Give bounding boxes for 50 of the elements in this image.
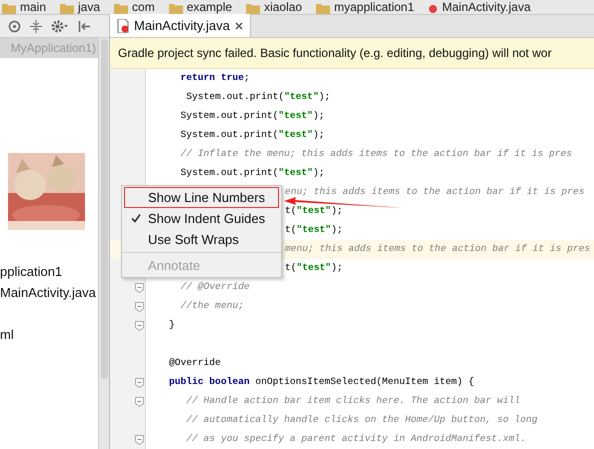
collapse-icon[interactable] [30, 20, 42, 32]
breadcrumb[interactable]: myapplication1 [334, 0, 414, 14]
tree-item[interactable]: ml [0, 324, 98, 345]
fold-marker-icon[interactable] [135, 396, 144, 406]
java-file-icon [428, 2, 438, 14]
breadcrumb[interactable]: xiaolao [264, 0, 302, 14]
close-icon[interactable] [234, 22, 243, 30]
checkmark-icon [131, 214, 141, 223]
java-file-icon [117, 18, 129, 32]
notification-banner: Gradle project sync failed. Basic functionality (e.g. editing, debugging) will not wor [110, 38, 594, 69]
breadcrumb[interactable]: MainActivity.java [442, 0, 531, 14]
code-line: @Override [169, 356, 221, 370]
fold-marker-icon[interactable] [135, 434, 144, 444]
tree-item[interactable]: pplication1 [0, 261, 98, 282]
code-line: } [169, 318, 175, 332]
code-line: t("test"); [285, 204, 343, 218]
code-line: System.out.print("test"); [180, 166, 324, 180]
breadcrumb[interactable]: java [78, 0, 100, 14]
code-line: System.out.print("test"); [180, 109, 324, 124]
code-line: public boolean onOptionsItemSelected(MenuItem item) { [169, 375, 474, 390]
code-line: // Handle action bar item clicks here. The action bar will [185, 394, 520, 408]
code-line: // Inflate the menu; this adds items to the action bar if it is pres [180, 147, 572, 162]
fold-marker-icon[interactable] [135, 378, 144, 388]
code-line: t("test"); [285, 261, 343, 276]
scrollbar[interactable] [98, 38, 109, 449]
fold-marker-icon[interactable] [135, 282, 144, 292]
breadcrumb[interactable]: example [186, 0, 232, 14]
code-line: // automatically handle clicks on the Home/Up button, so long [185, 413, 538, 428]
code-line: //the menu; [180, 299, 244, 314]
editor-tab[interactable]: MainActivity.java [110, 14, 251, 37]
breadcrumb[interactable]: com [132, 0, 155, 14]
crosshair-icon[interactable] [8, 20, 21, 32]
menu-item[interactable]: Show Indent Guides [124, 208, 279, 229]
breadcrumb[interactable]: main [20, 0, 46, 14]
tree-item[interactable]: MainActivity.java [0, 282, 98, 303]
menu-item[interactable]: Use Soft Wraps [124, 229, 279, 250]
code-line: // as you specify a parent activity in AndroidManifest.xml. [185, 432, 526, 446]
menu-item[interactable]: Show Line Numbers [124, 187, 279, 208]
gear-icon[interactable] [51, 20, 69, 32]
code-line: return true; [180, 71, 250, 86]
fold-marker-icon[interactable] [135, 320, 144, 330]
panel-header: MyApplication1) [0, 38, 98, 58]
code-line: menu; this adds items to the action bar if it is pres [285, 242, 590, 256]
code-line: // @Override [180, 280, 250, 294]
code-line: System.out.print("test"); [180, 128, 324, 142]
code-line: t("test"); [285, 223, 343, 238]
pin-left-icon[interactable] [78, 20, 91, 32]
code-line: System.out.print("test"); [185, 90, 330, 104]
fold-marker-icon[interactable] [135, 302, 144, 312]
code-line: enu; this adds items to the action bar if it is pres [285, 185, 584, 200]
